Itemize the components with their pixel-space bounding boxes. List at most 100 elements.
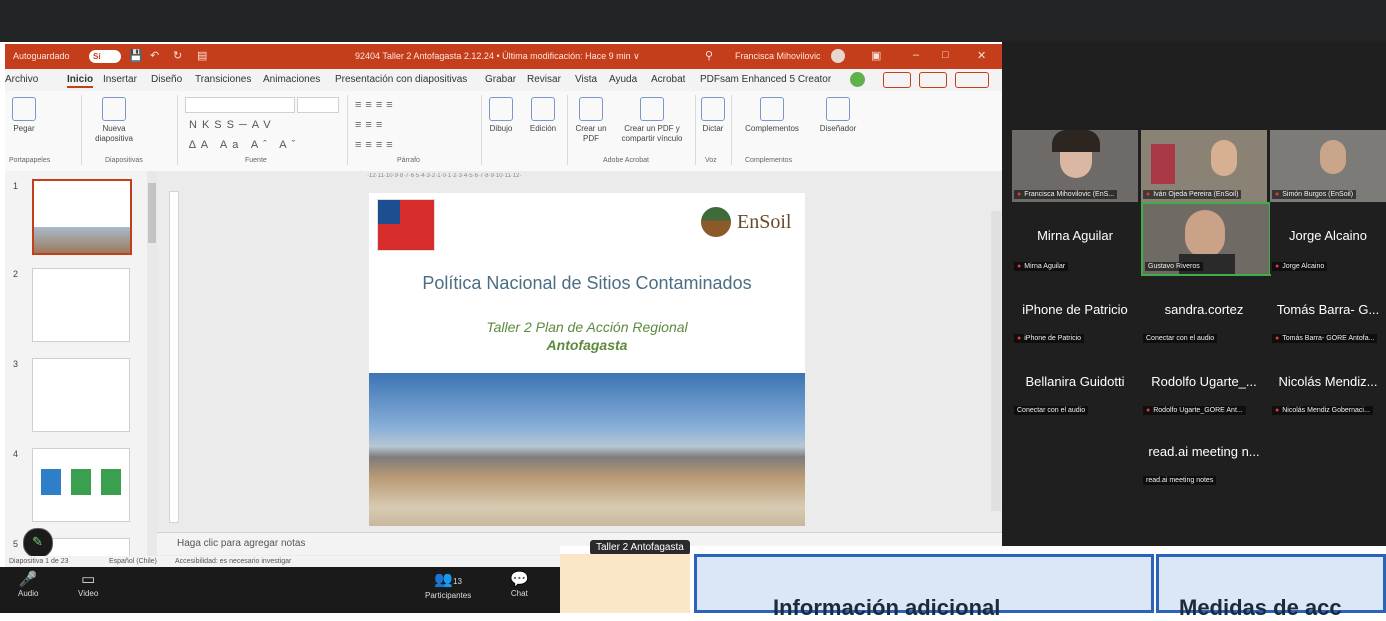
paste-button[interactable]: Pegar (9, 97, 39, 134)
pdf-share-icon (640, 97, 664, 121)
create-pdf-button[interactable]: Crear un PDF (571, 97, 611, 144)
ensoil-logo (701, 207, 731, 237)
tab-animaciones[interactable]: Animaciones (263, 74, 320, 85)
editor-scrollbar[interactable] (991, 211, 1001, 511)
record-icon[interactable] (919, 72, 947, 88)
participant-tile-3[interactable]: ● Simón Burgos (EnSoil) (1270, 130, 1386, 202)
thumbnail-scrollbar[interactable] (147, 171, 157, 556)
tab-diseno[interactable]: Diseño (151, 74, 182, 85)
create-share-pdf-button[interactable]: Crear un PDF y compartir vínculo (617, 97, 687, 144)
participant-video (1185, 210, 1225, 258)
redo-icon[interactable]: ↻ (173, 49, 182, 62)
search-icon (531, 97, 555, 121)
font-format-icons[interactable]: NKSS─AV (189, 119, 276, 131)
font-color-icons[interactable]: ∆A Aa Aˆ Aˇ (189, 139, 300, 151)
font-size-field[interactable] (297, 97, 339, 113)
copilot-icon[interactable] (850, 72, 865, 87)
tab-revisar[interactable]: Revisar (527, 74, 561, 85)
drawing-button[interactable]: Dibujo (485, 97, 517, 134)
tab-acrobat[interactable]: Acrobat (651, 74, 685, 85)
present-icon[interactable]: ▤ (197, 49, 207, 62)
tab-grabar[interactable]: Grabar (485, 74, 516, 85)
participant-tile-13[interactable]: read.ai meeting n... read.ai meeting not… (1141, 418, 1267, 488)
participant-tile-7[interactable]: iPhone de Patricio ● iPhone de Patricio (1012, 276, 1138, 346)
title-bar: Autoguardado Sí 💾 ↶ ↻ ▤ 92404 Taller 2 A… (5, 44, 1002, 69)
participant-name: Bellanira Guidotti (1025, 374, 1125, 389)
align-icons[interactable]: ≡≡≡≡ (355, 139, 397, 151)
language-indicator[interactable]: Español (Chile) (109, 558, 157, 565)
participant-label: ● Nicolás Mendiz Gobernaci... (1272, 406, 1373, 415)
participant-tile-11[interactable]: Rodolfo Ugarte_... ● Rodolfo Ugarte_GORE … (1141, 348, 1267, 418)
tab-vista[interactable]: Vista (575, 74, 597, 85)
participant-tile-4[interactable]: Mirna Aguilar ● Mirna Aguilar (1012, 202, 1138, 274)
participant-label: ● Iván Ojeda Pereira (EnSoil) (1143, 190, 1242, 199)
dictate-button[interactable]: Dictar (699, 97, 727, 134)
undo-icon[interactable]: ↶ (150, 49, 159, 62)
designer-button[interactable]: Diseñador (811, 97, 865, 134)
group-label-complementos: Complementos (745, 157, 793, 164)
tab-presentacion[interactable]: Presentación con diapositivas (335, 74, 467, 85)
document-title[interactable]: 92404 Taller 2 Antofagasta 2.12.24 • Últ… (355, 51, 640, 62)
current-slide[interactable]: EnSoil Política Nacional de Sitios Conta… (369, 193, 805, 526)
editing-button[interactable]: Edición (525, 97, 561, 134)
new-slide-button[interactable]: Nueva diapositiva (89, 97, 139, 144)
chat-icon: 💬 (510, 571, 529, 588)
shared-window-title: Taller 2 Antofagasta (590, 540, 690, 555)
tab-insertar[interactable]: Insertar (103, 74, 137, 85)
participant-name: read.ai meeting n... (1148, 444, 1260, 459)
group-label-parrafo: Párrafo (397, 157, 420, 164)
participant-tile-6[interactable]: Jorge Alcaino ● Jorge Alcaino (1270, 202, 1386, 274)
user-name[interactable]: Francisca Mihovilovic (735, 51, 821, 61)
mic-muted-icon: ● (1017, 191, 1022, 198)
slide-thumbnail-4[interactable] (32, 448, 130, 522)
thumb-number: 5 (13, 539, 19, 549)
thumb-number: 3 (13, 359, 19, 369)
participant-tile-2[interactable]: ● Iván Ojeda Pereira (EnSoil) (1141, 130, 1267, 202)
tab-ayuda[interactable]: Ayuda (609, 74, 637, 85)
autosave-toggle[interactable]: Sí (89, 50, 121, 63)
save-icon[interactable]: 💾 (129, 49, 143, 62)
mic-muted-icon: ● (1275, 191, 1280, 198)
group-label-fuente: Fuente (245, 157, 267, 164)
tab-inicio[interactable]: Inicio (67, 74, 94, 88)
video-button[interactable]: ▭ Video (78, 571, 98, 598)
participants-button[interactable]: 👥13 Participantes (425, 571, 471, 600)
ribbon-display-icon[interactable]: ▣ (871, 49, 881, 62)
slide-thumbnail-2[interactable] (32, 268, 130, 342)
zoom-toolbar: 🎤 Audio ▭ Video 👥13 Participantes 💬 Chat (0, 567, 560, 613)
indent-icons[interactable]: ≡≡≡ (355, 119, 386, 131)
tab-archivo[interactable]: Archivo (5, 74, 38, 85)
tab-transiciones[interactable]: Transiciones (195, 74, 251, 85)
comments-icon[interactable] (883, 72, 911, 88)
participant-tile-12[interactable]: Nicolás Mendiz... ● Nicolás Mendiz Gobern… (1270, 348, 1386, 418)
share-icon[interactable] (955, 72, 989, 88)
participant-tile-8[interactable]: sandra.cortez Conectar con el audio (1141, 276, 1267, 346)
font-family-field[interactable] (185, 97, 295, 113)
participant-label: ● Francisca Mihovilovic (EnS... (1014, 190, 1118, 199)
search-icon[interactable]: ⚲ (705, 49, 713, 62)
maximize-icon[interactable]: □ (942, 49, 949, 61)
close-icon[interactable]: ✕ (977, 49, 986, 62)
participant-tile-9[interactable]: Tomás Barra- G... ● Tomás Barra- GORE Ant… (1270, 276, 1386, 346)
participant-tile-1[interactable]: ● Francisca Mihovilovic (EnS... (1012, 130, 1138, 202)
shared-column-2: Medidas de acc (1156, 554, 1386, 620)
participant-name: iPhone de Patricio (1022, 302, 1128, 317)
clipboard-icon (12, 97, 36, 121)
pdf-icon (579, 97, 603, 121)
participants-icon: 👥13 (434, 571, 462, 588)
participant-name: Nicolás Mendiz... (1278, 374, 1378, 389)
participant-tile-5-active-speaker[interactable]: Gustavo Riveros (1141, 202, 1271, 276)
tab-pdfsam[interactable]: PDFsam Enhanced 5 Creator (700, 74, 831, 85)
slide-thumbnail-1[interactable] (32, 179, 132, 255)
annotate-pen-button[interactable]: ✎ (23, 528, 53, 558)
slide-thumbnail-3[interactable] (32, 358, 130, 432)
addins-button[interactable]: Complementos (737, 97, 807, 134)
chat-button[interactable]: 💬 Chat (510, 571, 529, 598)
participant-label: ● Tomás Barra- GORE Antofa... (1272, 334, 1378, 343)
minimize-icon[interactable]: – (913, 49, 919, 61)
participant-tile-10[interactable]: Bellanira Guidotti Conectar con el audio (1012, 348, 1138, 418)
audio-button[interactable]: 🎤 Audio (18, 571, 38, 598)
list-icons[interactable]: ≡≡≡≡ (355, 99, 397, 111)
accessibility-status[interactable]: Accesibilidad: es necesario investigar (175, 558, 291, 565)
user-avatar[interactable] (831, 49, 845, 63)
